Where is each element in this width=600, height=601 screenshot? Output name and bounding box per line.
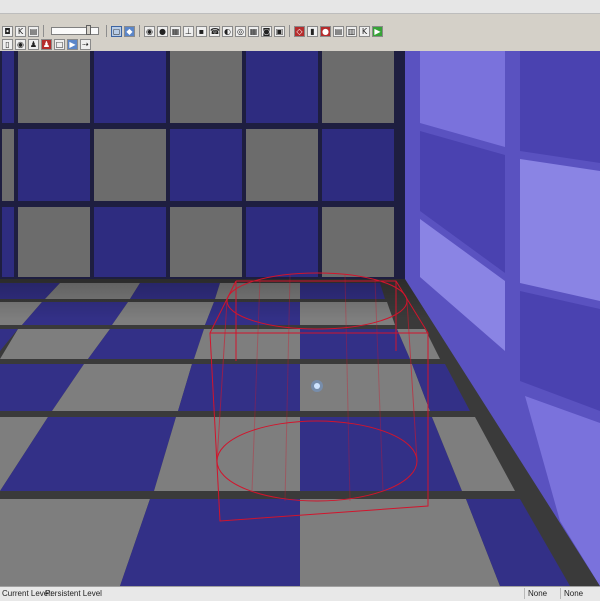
viewport-scene <box>0 51 600 586</box>
toolbar-separator <box>106 25 107 37</box>
selected-actor-icon[interactable]: ♟ <box>41 39 52 50</box>
floor-tile <box>154 417 300 491</box>
status-bar: Current Level: Persistent Level None Non… <box>0 586 600 601</box>
wall-tile <box>246 51 318 123</box>
right-wall-tile <box>520 51 600 163</box>
toolbar-separator <box>139 25 140 37</box>
wall-tile <box>94 51 166 123</box>
viewport-icon[interactable]: □ <box>54 39 65 50</box>
3d-viewport[interactable] <box>0 51 600 586</box>
wall-tile <box>94 207 166 277</box>
wall-tile <box>94 129 166 201</box>
particle-icon[interactable]: ◎ <box>235 25 246 37</box>
rotate-mode-icon[interactable]: ◆ <box>124 25 135 37</box>
wall-tile <box>2 51 14 123</box>
angle-snap-icon[interactable]: ⊥ <box>183 25 194 37</box>
kismet-editor-icon[interactable]: K <box>359 25 370 37</box>
camera-icon[interactable]: ◘ <box>2 25 13 37</box>
content-browser-icon[interactable]: ▤ <box>28 25 39 37</box>
wall-tile <box>246 207 318 277</box>
light-icon[interactable]: ◐ <box>222 25 233 37</box>
wall-tile <box>2 207 14 277</box>
translate-mode-icon[interactable]: ▢ <box>111 25 122 37</box>
record-icon[interactable]: ● <box>320 25 331 37</box>
vertex-snap-icon[interactable]: ▪ <box>196 25 207 37</box>
main-toolbar: ◘ K ▤ ▢ ◆ ◉ ● ▦ ⊥ ▪ ☎ ◐ ◎ ▦ ◙ ▣ ◇ ▮ ● ▤ … <box>0 24 600 38</box>
camera-speed-slider[interactable] <box>51 25 99 35</box>
window-top-strip <box>0 0 600 14</box>
wall-tile <box>322 51 394 123</box>
actor-icon[interactable]: ♟ <box>28 39 39 50</box>
runner-icon[interactable]: ⇢ <box>80 39 91 50</box>
wall-tile <box>170 51 242 123</box>
geometry-icon[interactable]: ▣ <box>274 25 285 37</box>
right-wall-tile <box>520 159 600 301</box>
viewport-toolbar: ▯ ◉ ♟ ♟ □ ▶ ⇢ <box>0 38 600 52</box>
lock-icon[interactable]: ▯ <box>2 39 13 50</box>
floor-tile <box>300 499 500 586</box>
light-source-icon[interactable] <box>314 383 320 389</box>
status-cell-1: None <box>524 588 547 599</box>
group-icon[interactable]: ◇ <box>294 25 305 37</box>
wall-tile <box>18 207 90 277</box>
wall-tile <box>18 129 90 201</box>
status-cell-2: None <box>560 588 583 599</box>
world-icon[interactable]: ● <box>157 25 168 37</box>
slider-knob[interactable] <box>86 25 91 35</box>
build-icon[interactable]: ▤ <box>333 25 344 37</box>
build-lighting-icon[interactable]: ▥ <box>346 25 357 37</box>
sound-icon[interactable]: ☎ <box>209 25 220 37</box>
scale-mode-icon[interactable]: ◉ <box>144 25 155 37</box>
eye-icon[interactable]: ◉ <box>15 39 26 50</box>
play-in-editor-icon[interactable]: ▶ <box>372 25 383 37</box>
wall-tile <box>322 129 394 201</box>
wall-tile <box>2 129 14 201</box>
terrain-icon[interactable]: ◙ <box>261 25 272 37</box>
realtime-play-icon[interactable]: ▶ <box>67 39 78 50</box>
wall-tile <box>18 51 90 123</box>
toolbar-separator <box>43 25 44 37</box>
wall-tile <box>170 129 242 201</box>
grid-snap-icon[interactable]: ▦ <box>170 25 181 37</box>
kismet-icon[interactable]: K <box>15 25 26 37</box>
material-icon[interactable]: ▦ <box>248 25 259 37</box>
matinee-icon[interactable]: ▮ <box>307 25 318 37</box>
toolbar-separator <box>289 25 290 37</box>
wall-tile <box>170 207 242 277</box>
floor-tile <box>178 364 300 411</box>
floor-tile <box>120 499 300 586</box>
wall-tile <box>246 129 318 201</box>
current-level-value: Persistent Level <box>45 589 102 598</box>
wall-tile <box>322 207 394 277</box>
